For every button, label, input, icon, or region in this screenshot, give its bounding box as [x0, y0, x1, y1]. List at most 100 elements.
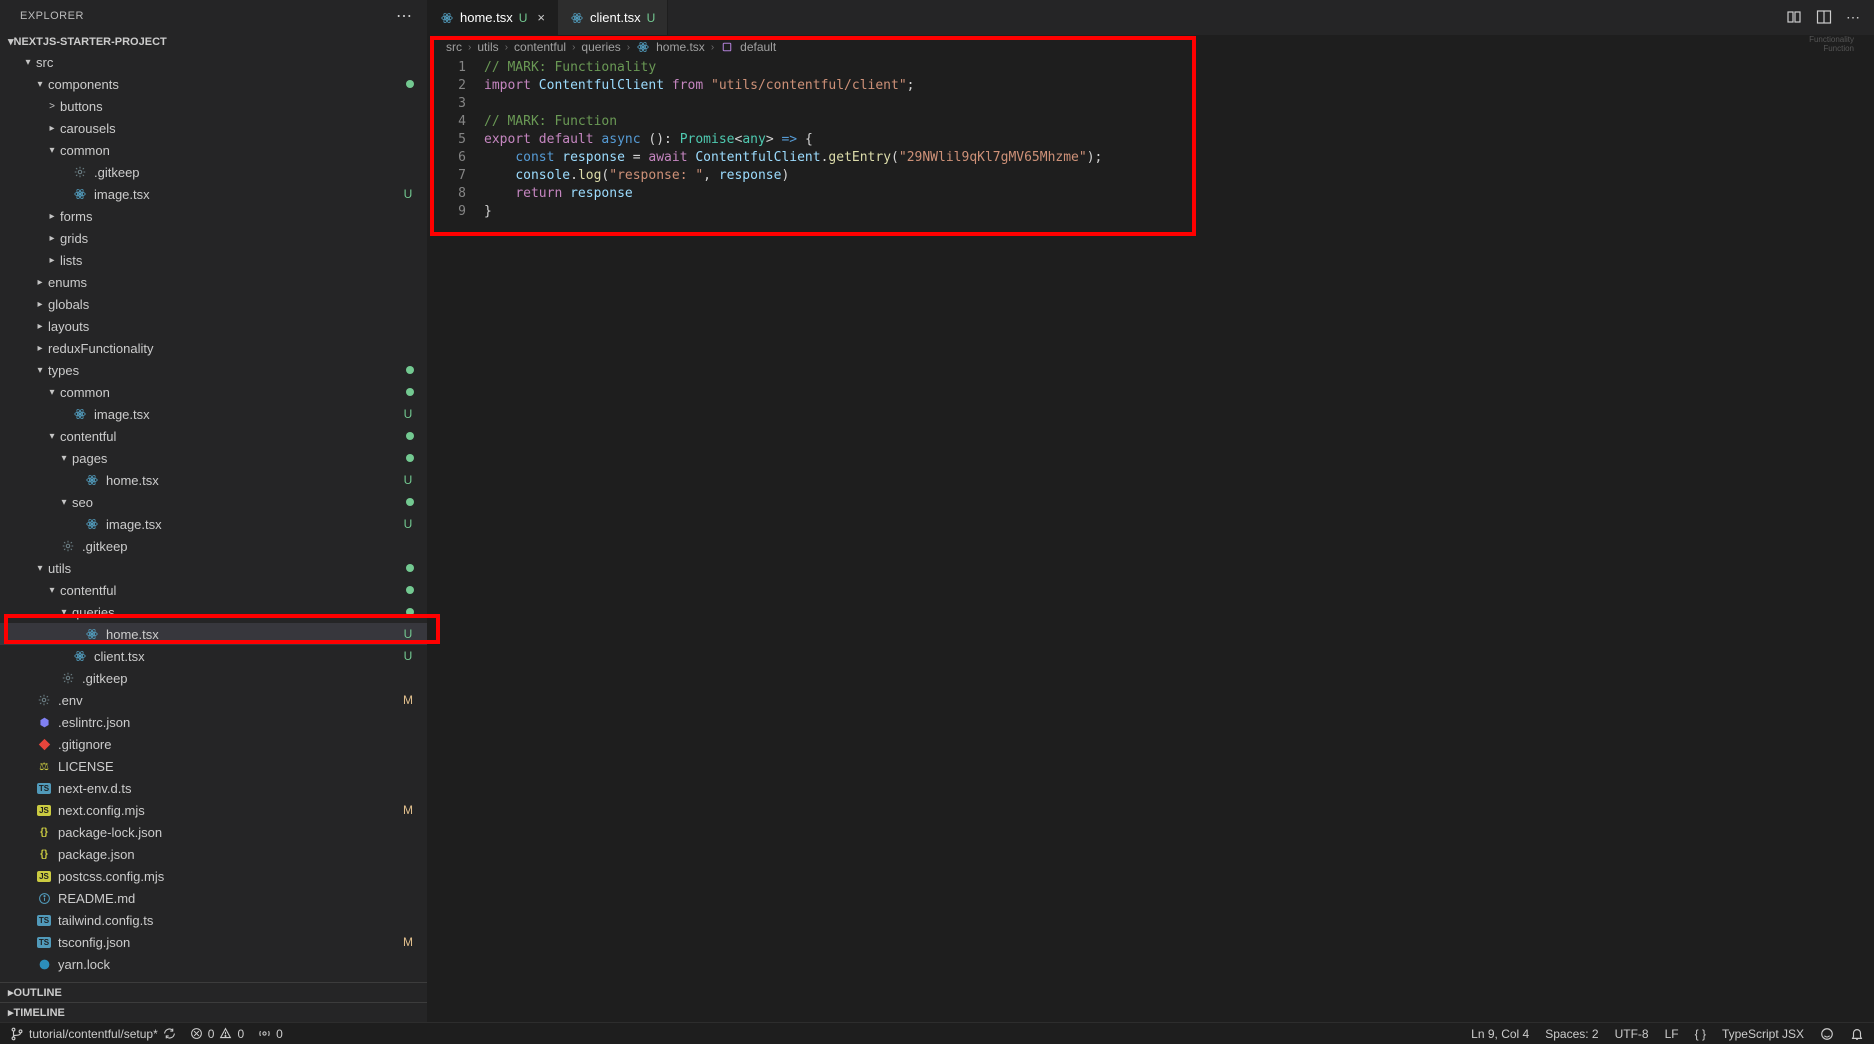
tree-file[interactable]: {}package-lock.json	[0, 821, 427, 843]
git-status-badge: M	[399, 803, 417, 817]
tree-file[interactable]: image.tsxU	[0, 403, 427, 425]
breadcrumbs[interactable]: src›utils›contentful›queries›home.tsx›de…	[428, 35, 1874, 59]
encoding[interactable]: UTF-8	[1615, 1027, 1649, 1041]
tree-folder[interactable]: ▾contentful	[0, 579, 427, 601]
project-name: NEXTJS-STARTER-PROJECT	[14, 36, 167, 48]
tree-file[interactable]: .envM	[0, 689, 427, 711]
project-header[interactable]: ▾ NEXTJS-STARTER-PROJECT	[0, 32, 427, 51]
explorer-more-icon[interactable]: ⋯	[396, 6, 413, 26]
tree-file[interactable]: image.tsxU	[0, 183, 427, 205]
tree-file[interactable]: JSnext.config.mjsM	[0, 799, 427, 821]
braces-icon[interactable]: { }	[1695, 1027, 1706, 1041]
tree-folder[interactable]: >buttons	[0, 95, 427, 117]
tree-label: queries	[72, 605, 406, 620]
split-editor-icon[interactable]	[1816, 9, 1832, 26]
eol[interactable]: LF	[1665, 1027, 1679, 1041]
tree-label: README.md	[58, 891, 417, 906]
tree-folder[interactable]: ▾common	[0, 139, 427, 161]
git-branch[interactable]: tutorial/contentful/setup*	[10, 1027, 176, 1041]
breadcrumb-item[interactable]: utils	[477, 40, 498, 54]
tree-folder[interactable]: ▸forms	[0, 205, 427, 227]
tree-folder[interactable]: ▾types	[0, 359, 427, 381]
tree-file[interactable]: TS tailwind.config.ts	[0, 909, 427, 931]
timeline-section[interactable]: ▸ TIMELINE	[0, 1002, 427, 1022]
compare-changes-icon[interactable]	[1786, 9, 1802, 26]
tree-file[interactable]: ⚖LICENSE	[0, 755, 427, 777]
gear-icon	[60, 670, 76, 686]
language-mode[interactable]: TypeScript JSX	[1722, 1027, 1804, 1041]
tree-file[interactable]: client.tsxU	[0, 645, 427, 667]
more-actions-icon[interactable]: ⋯	[1846, 9, 1860, 26]
chevron-right-icon: ›	[505, 42, 508, 53]
tree-folder[interactable]: ▸globals	[0, 293, 427, 315]
yarn-icon	[36, 956, 52, 972]
cursor-position[interactable]: Ln 9, Col 4	[1471, 1027, 1529, 1041]
breadcrumb-item[interactable]: default	[740, 40, 776, 54]
license-icon: ⚖	[36, 758, 52, 774]
tree-folder[interactable]: ▾seo	[0, 491, 427, 513]
tree-file[interactable]: yarn.lock	[0, 953, 427, 975]
tree-folder[interactable]: ▸reduxFunctionality	[0, 337, 427, 359]
tree-folder[interactable]: ▾queries	[0, 601, 427, 623]
tree-label: components	[48, 77, 406, 92]
code-content[interactable]: // MARK: Functionalityimport ContentfulC…	[484, 59, 1874, 1022]
tree-file[interactable]: .gitkeep	[0, 161, 427, 183]
tree-folder[interactable]: ▸carousels	[0, 117, 427, 139]
react-icon	[72, 186, 88, 202]
tree-label: .env	[58, 693, 399, 708]
outline-section[interactable]: ▸ OUTLINE	[0, 982, 427, 1002]
close-icon[interactable]: ×	[537, 10, 545, 25]
chevron-icon: ▸	[32, 321, 48, 332]
code-editor[interactable]: 123456789 // MARK: Functionalityimport C…	[428, 59, 1874, 1022]
tree-folder[interactable]: ▸grids	[0, 227, 427, 249]
breadcrumb-item[interactable]: contentful	[514, 40, 566, 54]
ts-icon: TS	[36, 912, 52, 928]
tree-file[interactable]: .eslintrc.json	[0, 711, 427, 733]
breadcrumb-item[interactable]: src	[446, 40, 462, 54]
js-icon: JS	[36, 868, 52, 884]
tree-label: postcss.config.mjs	[58, 869, 417, 884]
tree-folder[interactable]: ▾pages	[0, 447, 427, 469]
breadcrumb-item[interactable]: home.tsx	[656, 40, 705, 54]
tree-file[interactable]: .gitkeep	[0, 535, 427, 557]
chevron-right-icon: ›	[627, 42, 630, 53]
notifications-icon[interactable]	[1850, 1027, 1864, 1041]
tree-file[interactable]: {}package.json	[0, 843, 427, 865]
tree-folder[interactable]: ▾utils	[0, 557, 427, 579]
chevron-right-icon: ›	[468, 42, 471, 53]
modified-dot-icon	[406, 80, 414, 88]
chevron-icon: ▾	[20, 57, 36, 68]
chevron-icon: ▾	[32, 563, 48, 574]
tree-label: pages	[72, 451, 406, 466]
tree-label: tailwind.config.ts	[58, 913, 417, 928]
editor-tab[interactable]: client.tsx U	[558, 0, 668, 35]
indentation[interactable]: Spaces: 2	[1545, 1027, 1598, 1041]
tree-folder[interactable]: ▾contentful	[0, 425, 427, 447]
tree-label: package-lock.json	[58, 825, 417, 840]
editor-tab[interactable]: home.tsx U ×	[428, 0, 558, 35]
breadcrumb-item[interactable]: queries	[581, 40, 620, 54]
tree-file[interactable]: home.tsxU	[0, 469, 427, 491]
tree-folder[interactable]: ▸enums	[0, 271, 427, 293]
tree-file[interactable]: .gitignore	[0, 733, 427, 755]
tree-file[interactable]: TSnext-env.d.ts	[0, 777, 427, 799]
tree-folder[interactable]: ▾common	[0, 381, 427, 403]
ports-indicator[interactable]: 0	[258, 1027, 283, 1041]
tree-label: image.tsx	[106, 517, 399, 532]
tree-folder[interactable]: ▾src	[0, 51, 427, 73]
tree-file[interactable]: image.tsxU	[0, 513, 427, 535]
tree-folder[interactable]: ▸lists	[0, 249, 427, 271]
tree-file[interactable]: JS postcss.config.mjs	[0, 865, 427, 887]
tree-folder[interactable]: ▸layouts	[0, 315, 427, 337]
tree-file[interactable]: TStsconfig.jsonM	[0, 931, 427, 953]
problems-indicator[interactable]: 0 0	[190, 1027, 244, 1041]
tree-file[interactable]: .gitkeep	[0, 667, 427, 689]
chevron-icon: ▾	[44, 145, 60, 156]
feedback-icon[interactable]	[1820, 1027, 1834, 1041]
tree-label: next-env.d.ts	[58, 781, 417, 796]
tree-label: types	[48, 363, 406, 378]
tree-file[interactable]: home.tsxU	[0, 623, 427, 645]
tree-file[interactable]: README.md	[0, 887, 427, 909]
chevron-icon: ▸	[44, 233, 60, 244]
tree-folder[interactable]: ▾components	[0, 73, 427, 95]
